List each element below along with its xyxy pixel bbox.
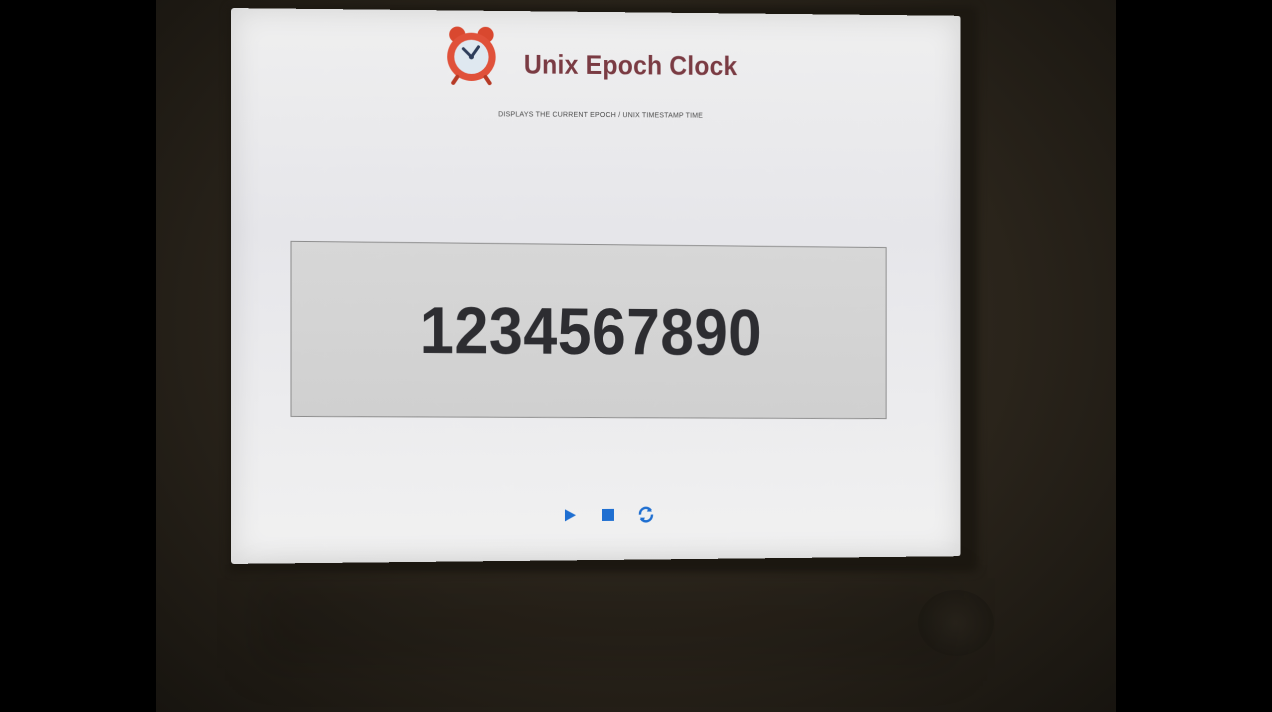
refresh-button[interactable] <box>637 506 655 524</box>
play-icon <box>564 508 576 521</box>
epoch-display: 1234567890 <box>290 240 887 420</box>
monitor-photo: Unix Epoch Clock DISPLAYS THE CURRENT EP… <box>156 0 1116 712</box>
alarm-clock-icon <box>443 24 500 85</box>
app-title: Unix Epoch Clock <box>523 49 738 82</box>
app-subtitle: DISPLAYS THE CURRENT EPOCH / UNIX TIMEST… <box>498 111 704 120</box>
play-button[interactable] <box>561 506 579 524</box>
monitor-screen: Unix Epoch Clock DISPLAYS THE CURRENT EP… <box>230 8 961 564</box>
monitor-power-knob <box>918 590 994 656</box>
refresh-icon <box>637 506 655 524</box>
monitor-chin-shading <box>256 578 956 668</box>
stop-icon <box>602 509 615 522</box>
clock-controls <box>231 503 961 527</box>
stop-button[interactable] <box>599 506 617 524</box>
epoch-value: 1234567890 <box>419 292 763 369</box>
app-header: Unix Epoch Clock <box>231 18 961 104</box>
